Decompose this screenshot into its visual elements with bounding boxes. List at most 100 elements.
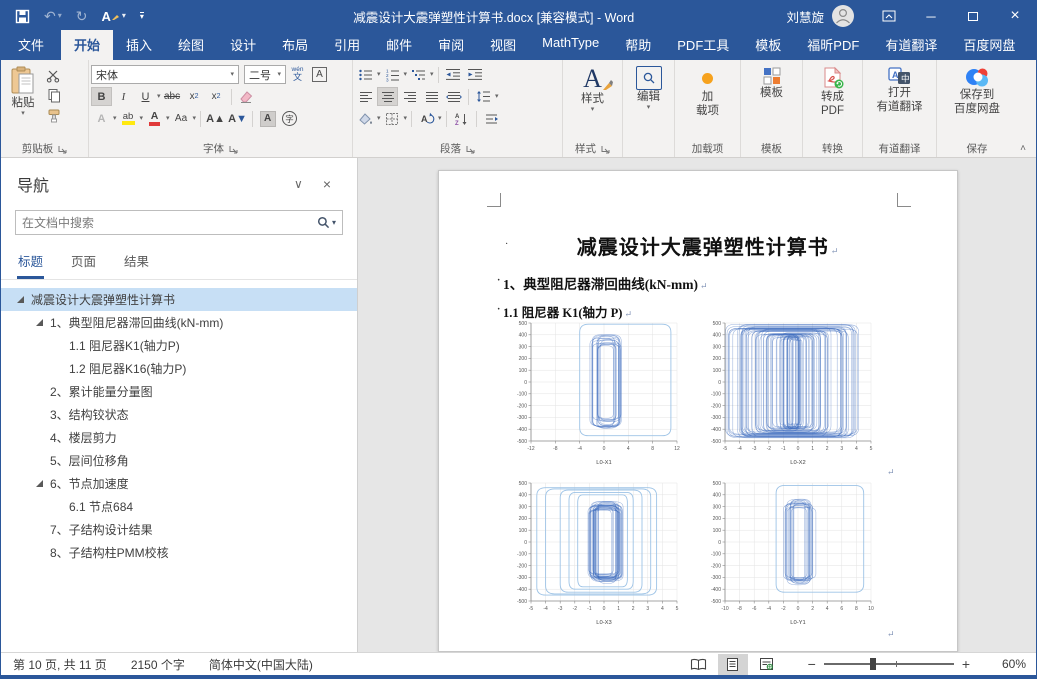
template-button[interactable]: 模板 xyxy=(754,62,789,100)
user-avatar[interactable] xyxy=(832,5,854,27)
justify-icon[interactable] xyxy=(421,87,442,106)
tab-引用[interactable]: 引用 xyxy=(321,30,373,60)
italic-button[interactable]: I xyxy=(113,87,134,106)
ribbon-display-options-icon[interactable] xyxy=(868,0,910,32)
zoom-in-button[interactable]: + xyxy=(954,657,978,671)
nav-tree-item[interactable]: 2、累计能量分量图 xyxy=(1,380,357,403)
nav-tree-item[interactable]: 6.1 节点684 xyxy=(1,495,357,518)
paragraph-dialog-launcher[interactable] xyxy=(465,144,475,154)
nav-tab-页面[interactable]: 页面 xyxy=(70,247,97,279)
increase-indent-icon[interactable] xyxy=(465,65,486,84)
clipboard-dialog-launcher[interactable] xyxy=(57,144,67,154)
tab-模板[interactable]: 模板 xyxy=(742,30,794,60)
zoom-percent[interactable]: 60% xyxy=(982,657,1026,671)
grow-font-button[interactable]: A▲ xyxy=(205,109,226,128)
tab-布局[interactable]: 布局 xyxy=(269,30,321,60)
paste-button[interactable]: 粘贴▾ xyxy=(3,62,43,117)
language-indicator[interactable]: 简体中文(中国大陆) xyxy=(209,656,313,673)
customize-qat-icon[interactable]: ▾ xyxy=(140,12,144,21)
text-effects-button[interactable]: A xyxy=(91,109,112,128)
enclose-characters-button[interactable]: 字 xyxy=(279,109,300,128)
line-spacing-icon[interactable] xyxy=(473,87,494,106)
styles-dialog-launcher[interactable] xyxy=(600,144,610,154)
phonetic-guide-button[interactable]: wén文 xyxy=(287,65,308,84)
copy-icon[interactable] xyxy=(43,86,64,105)
bullets-icon[interactable] xyxy=(355,65,376,84)
undo-icon[interactable]: ↶▾ xyxy=(44,9,62,23)
tab-邮件[interactable]: 邮件 xyxy=(373,30,425,60)
zoom-out-button[interactable]: − xyxy=(800,657,824,671)
tab-有道翻译[interactable]: 有道翻译 xyxy=(872,30,950,60)
font-dialog-launcher[interactable] xyxy=(228,144,238,154)
asian-layout-icon[interactable]: A xyxy=(416,109,437,128)
nav-tree-item[interactable]: 3、结构铰状态 xyxy=(1,403,357,426)
strikethrough-button[interactable]: abc xyxy=(162,87,183,106)
tab-开始[interactable]: 开始 xyxy=(61,30,113,60)
nav-tab-结果[interactable]: 结果 xyxy=(123,247,150,279)
tab-PDF工具[interactable]: PDF工具 xyxy=(664,30,742,60)
font-size-select[interactable]: 二号▾ xyxy=(244,65,286,84)
nav-tree-item[interactable]: 6、节点加速度 xyxy=(1,472,357,495)
tab-福昕PDF[interactable]: 福昕PDF xyxy=(794,30,872,60)
save-to-baidu-button[interactable]: 保存到 百度网盘 xyxy=(948,62,1006,117)
tab-视图[interactable]: 视图 xyxy=(477,30,529,60)
format-style-icon[interactable]: A▾ xyxy=(101,10,125,23)
highlight-button[interactable]: ab xyxy=(118,109,139,128)
tell-me[interactable]: 告诉我 xyxy=(1028,0,1037,60)
search-button[interactable]: ▾ xyxy=(311,216,342,229)
character-shading-button[interactable]: A xyxy=(257,109,278,128)
decrease-indent-icon[interactable] xyxy=(443,65,464,84)
editing-button[interactable]: 编辑▾ xyxy=(630,62,668,111)
word-count[interactable]: 2150 个字 xyxy=(131,656,185,673)
minimize-button[interactable]: ─ xyxy=(910,0,952,32)
maximize-button[interactable] xyxy=(952,0,994,32)
sort-icon[interactable]: AZ xyxy=(451,109,472,128)
open-youdao-button[interactable]: A中 打开 有道翻译 xyxy=(871,62,929,115)
shrink-font-button[interactable]: A▼ xyxy=(227,109,248,128)
document-page[interactable]: · 减震设计大震弹塑性计算书↵ ·1、典型阻尼器滞回曲线(kN-mm)↵ ·1.… xyxy=(438,170,958,652)
styles-button[interactable]: A 样式▾ xyxy=(575,62,610,113)
numbering-icon[interactable]: 123 xyxy=(382,65,403,84)
zoom-slider-thumb[interactable] xyxy=(870,658,876,670)
nav-tree-item[interactable]: 7、子结构设计结果 xyxy=(1,518,357,541)
shading-icon[interactable] xyxy=(355,109,376,128)
character-border-button[interactable]: A xyxy=(309,65,330,84)
nav-tab-标题[interactable]: 标题 xyxy=(17,247,44,279)
addins-button[interactable]: 加 载项 xyxy=(690,62,725,119)
web-layout-icon[interactable] xyxy=(752,654,782,675)
underline-button[interactable]: U xyxy=(135,87,156,106)
subscript-button[interactable]: x2 xyxy=(184,87,205,106)
convert-to-pdf-button[interactable]: 转成 PDF xyxy=(815,62,851,119)
cut-icon[interactable] xyxy=(43,66,64,85)
multilevel-list-icon[interactable] xyxy=(408,65,429,84)
align-left-icon[interactable] xyxy=(355,87,376,106)
nav-options-chevron-icon[interactable]: ∨ xyxy=(284,177,313,191)
underline-dropdown[interactable]: ▾ xyxy=(157,93,161,100)
nav-close-icon[interactable]: × xyxy=(313,176,341,192)
align-center-icon[interactable] xyxy=(377,87,398,106)
tab-审阅[interactable]: 审阅 xyxy=(425,30,477,60)
print-layout-icon[interactable] xyxy=(718,654,748,675)
tab-file[interactable]: 文件 xyxy=(1,30,61,60)
font-name-select[interactable]: 宋体▾ xyxy=(91,65,239,84)
zoom-slider[interactable] xyxy=(824,663,954,665)
distributed-icon[interactable] xyxy=(443,87,464,106)
tab-百度网盘[interactable]: 百度网盘 xyxy=(950,30,1028,60)
tab-MathType[interactable]: MathType xyxy=(529,30,612,60)
borders-icon[interactable] xyxy=(382,109,403,128)
change-case-button[interactable]: Aa xyxy=(171,109,192,128)
nav-tree-item[interactable]: 1.2 阻尼器K16(轴力P) xyxy=(1,357,357,380)
show-marks-icon[interactable] xyxy=(481,109,502,128)
redo-icon[interactable]: ↻ xyxy=(76,9,88,23)
nav-tree-item[interactable]: 1、典型阻尼器滞回曲线(kN-mm) xyxy=(1,311,357,334)
nav-tree-item[interactable]: 4、楼层剪力 xyxy=(1,426,357,449)
nav-tree-item[interactable]: 减震设计大震弹塑性计算书 xyxy=(1,288,357,311)
read-mode-icon[interactable] xyxy=(684,654,714,675)
bold-button[interactable]: B xyxy=(91,87,112,106)
clear-formatting-icon[interactable] xyxy=(236,87,257,106)
tab-插入[interactable]: 插入 xyxy=(113,30,165,60)
tab-绘图[interactable]: 绘图 xyxy=(165,30,217,60)
search-input[interactable] xyxy=(16,216,311,230)
collapse-ribbon-icon[interactable]: ˄ xyxy=(1020,143,1026,154)
save-icon[interactable] xyxy=(15,9,30,24)
